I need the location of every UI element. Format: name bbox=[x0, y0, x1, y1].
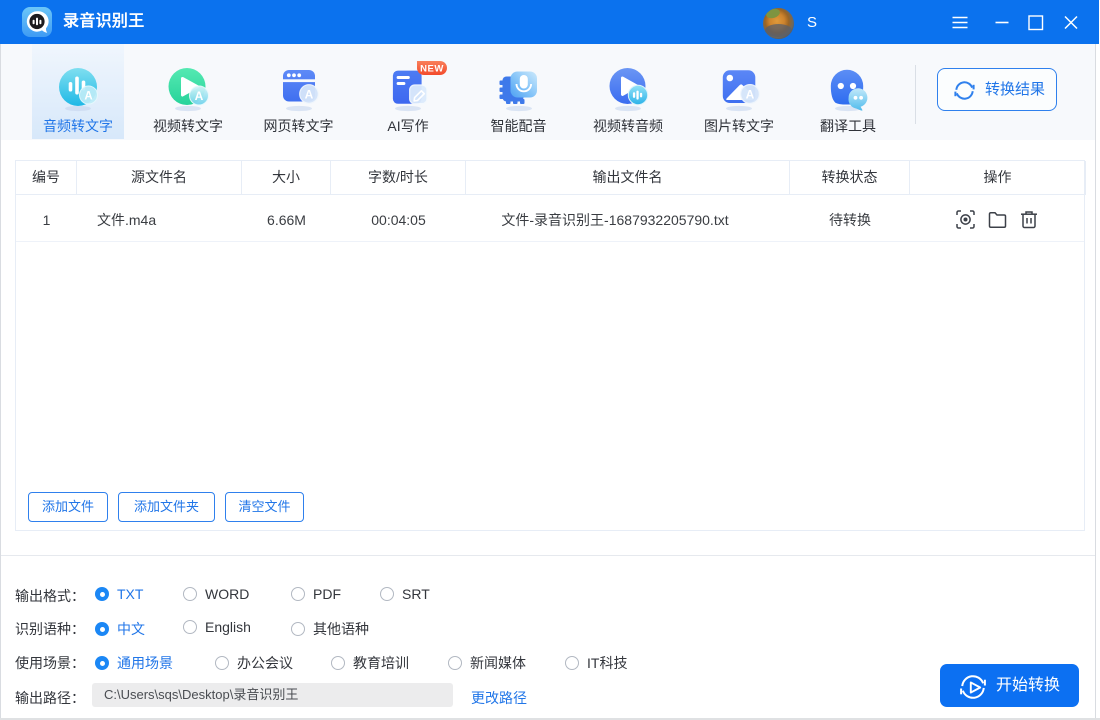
svg-text:A: A bbox=[84, 90, 92, 102]
svg-text:A: A bbox=[304, 88, 313, 102]
svg-text:A: A bbox=[195, 89, 204, 103]
svg-text:A: A bbox=[746, 88, 755, 102]
svg-text:NEW: NEW bbox=[420, 64, 444, 75]
